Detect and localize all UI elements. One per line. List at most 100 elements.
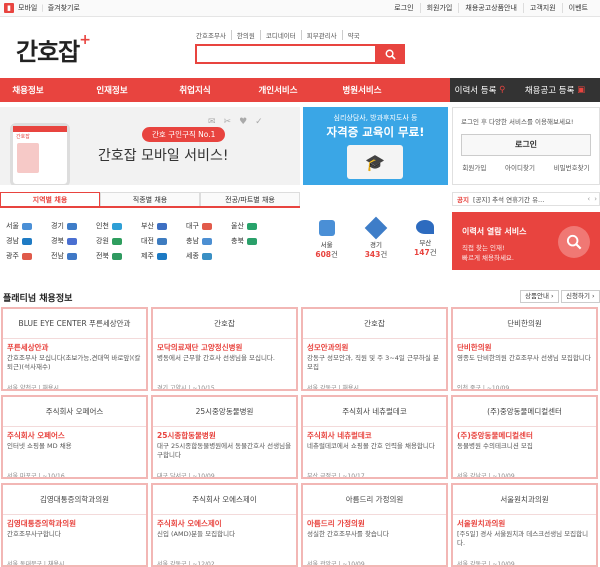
free-certification-banner[interactable]: 심리상담사, 방과후지도사 등 자격증 교육이 무료! 🎓 bbox=[303, 107, 448, 185]
resume-view-service[interactable]: 이력서 열람 서비스 직접 찾는 인재! 빠르게 채용하세요. bbox=[452, 212, 600, 270]
job-description[interactable]: 간호조무사 모십니다(초보가능,견대역 바로앞)(칼퇴근)(석사재수) bbox=[3, 354, 146, 381]
company-logo: 김영대통증의학과의원 bbox=[3, 485, 146, 515]
nav-item-knowledge[interactable]: 취업지식 bbox=[168, 78, 222, 102]
region-link[interactable]: 충남 bbox=[186, 236, 212, 246]
count-gyeonggi[interactable]: 경기 343건 bbox=[351, 214, 400, 270]
job-card[interactable]: 간호잡 성모안과의원 강동구 성모안과, 직원 및 주 3~4일 근무하실 분 모집… bbox=[301, 307, 448, 391]
favorite-link[interactable]: 즐겨찾기로 bbox=[48, 3, 80, 13]
nav-item-talent[interactable]: 인재정보 bbox=[56, 78, 168, 102]
notice-text[interactable]: [공지] 추석 연휴기간 유... bbox=[473, 194, 585, 204]
region-link[interactable]: 서울 bbox=[6, 221, 32, 231]
job-description[interactable]: 강동구 성모안과, 직원 및 주 3~4일 근무하실 분 모집 bbox=[303, 354, 446, 381]
job-register-button[interactable]: 채용공고 등록 ▣ bbox=[510, 78, 600, 102]
region-label: 경북 bbox=[51, 237, 64, 245]
region-link[interactable]: 광주 bbox=[6, 251, 32, 261]
region-link[interactable]: 강원 bbox=[96, 236, 122, 246]
job-card[interactable]: 주식회사 오에스제이 주식회사 오에스제이 신입 (AMD)분들 모집합니다 서울 강… bbox=[151, 483, 298, 567]
count-seoul[interactable]: 서울 608건 bbox=[302, 214, 351, 270]
signup-link[interactable]: 회원가입 bbox=[462, 162, 486, 172]
company-name[interactable]: (주)중앙동물메디컬센터 bbox=[453, 427, 596, 442]
tab-region[interactable]: 지역별 채용 bbox=[0, 192, 100, 206]
job-card[interactable]: 25시중앙동물병원 25시종합동물병원 대구 25시종합동물병원에서 동물간호사 선… bbox=[151, 395, 298, 479]
keyword-link[interactable]: 간호조무사 bbox=[196, 30, 231, 40]
nav-item-jobs[interactable]: 채용정보 bbox=[0, 78, 56, 102]
job-card[interactable]: 주식회사 네츄럴데코 주식회사 네츄럴데코 네츄럴데코에서 쇼핑몰 간호 인력을 채… bbox=[301, 395, 448, 479]
count-busan[interactable]: 부산 147건 bbox=[401, 214, 450, 270]
login-button[interactable]: 로그인 bbox=[461, 134, 591, 156]
region-link[interactable]: 전북 bbox=[96, 251, 122, 261]
job-description[interactable]: 대구 25시종합동물병원에서 동물간호사 선생님을 구합니다 bbox=[153, 442, 296, 469]
search-input[interactable] bbox=[195, 44, 405, 64]
site-logo[interactable]: 간호잡+ bbox=[16, 32, 91, 67]
job-meta: 서울 양천구 | 채용시 bbox=[7, 385, 59, 391]
company-name[interactable]: 아름드리 가정의원 bbox=[303, 515, 446, 530]
event-link[interactable]: 이벤트 bbox=[561, 3, 594, 13]
job-description[interactable]: 인터넷 쇼핑몰 MD 채용 bbox=[3, 442, 146, 469]
prev-arrow-icon[interactable]: ‹ bbox=[585, 195, 592, 203]
keyword-link[interactable]: 코디네이터 bbox=[259, 30, 301, 40]
job-card[interactable]: (주)중앙동물메디컬센터 (주)중앙동물메디컬센터 동물병원 수의테크니션 모집 서울… bbox=[451, 395, 598, 479]
product-info-link[interactable]: 채용공고상품안내 bbox=[458, 3, 523, 13]
keyword-link[interactable]: 한의원 bbox=[230, 30, 260, 40]
job-card[interactable]: 서울원치과의원 서울원치과의원 [주5일] 경사 서울원치과 데스크선생님 모집합니… bbox=[451, 483, 598, 567]
company-name[interactable]: 김영대통증의학과의원 bbox=[3, 515, 146, 530]
mobile-link[interactable]: 모바일 bbox=[18, 3, 37, 13]
job-description[interactable]: [주5일] 경사 서울원치과 데스크선생님 모집합니다. bbox=[453, 530, 596, 557]
support-link[interactable]: 고객지원 bbox=[522, 3, 562, 13]
region-link[interactable]: 경남 bbox=[6, 236, 32, 246]
region-link[interactable]: 충북 bbox=[231, 236, 257, 246]
notice-bar[interactable]: 공지 [공지] 추석 연휴기간 유... ‹ › bbox=[452, 192, 600, 206]
job-card[interactable]: 단비한의원 단비한의원 영종도 단비한의원 간호조무사 선생님 모집합니다 인천 중구… bbox=[451, 307, 598, 391]
job-description[interactable]: 신입 (AMD)분들 모집합니다 bbox=[153, 530, 296, 557]
region-link[interactable]: 세종 bbox=[186, 251, 212, 261]
region-link[interactable]: 울산 bbox=[231, 221, 257, 231]
company-name[interactable]: 주식회사 오에스제이 bbox=[153, 515, 296, 530]
find-id-link[interactable]: 아이디찾기 bbox=[505, 162, 535, 172]
company-name[interactable]: 주식회사 오페어스 bbox=[3, 427, 146, 442]
region-label: 인천 bbox=[96, 222, 109, 230]
region-link[interactable]: 부산 bbox=[141, 221, 167, 231]
job-description[interactable]: 네츄럴데코에서 쇼핑몰 간호 인력을 채용합니다 bbox=[303, 442, 446, 469]
nav-item-hospital[interactable]: 병원서비스 bbox=[334, 78, 390, 102]
keyword-link[interactable]: 피부관리사 bbox=[300, 30, 342, 40]
job-card[interactable]: BLUE EYE CENTER 푸른세상안과 푸른세상안과 간호조무사 모십니다(초… bbox=[1, 307, 148, 391]
company-name[interactable]: 모닥의료재단 고양정신병원 bbox=[153, 339, 296, 354]
product-info-button[interactable]: 상품안내 › bbox=[520, 290, 559, 303]
company-name[interactable]: 25시종합동물병원 bbox=[153, 427, 296, 442]
region-link[interactable]: 대전 bbox=[141, 236, 167, 246]
region-link[interactable]: 경북 bbox=[51, 236, 77, 246]
signup-link[interactable]: 회원가입 bbox=[419, 3, 459, 13]
company-name[interactable]: 단비한의원 bbox=[453, 339, 596, 354]
region-link[interactable]: 제주 bbox=[141, 251, 167, 261]
find-password-link[interactable]: 비밀번호찾기 bbox=[554, 162, 590, 172]
apply-button[interactable]: 신청하기 › bbox=[561, 290, 600, 303]
nav-item-personal[interactable]: 개인서비스 bbox=[222, 78, 334, 102]
region-link[interactable]: 경기 bbox=[51, 221, 77, 231]
job-description[interactable]: 동물병원 수의테크니션 모집 bbox=[453, 442, 596, 469]
region-emblem-icon bbox=[21, 222, 32, 230]
company-name[interactable]: 푸른세상안과 bbox=[3, 339, 146, 354]
company-name[interactable]: 성모안과의원 bbox=[303, 339, 446, 354]
tab-major-part[interactable]: 전공/파트별 채용 bbox=[200, 192, 300, 206]
job-card[interactable]: 간호잡 모닥의료재단 고양정신병원 병동에서 근무할 간호사 선생님을 모십니다. 경… bbox=[151, 307, 298, 391]
region-link[interactable]: 인천 bbox=[96, 221, 122, 231]
region-emblem-icon bbox=[246, 237, 257, 245]
search-button[interactable] bbox=[375, 44, 405, 64]
keyword-link[interactable]: 약국 bbox=[341, 30, 365, 40]
job-description[interactable]: 간호조무사구합니다 bbox=[3, 530, 146, 557]
next-arrow-icon[interactable]: › bbox=[592, 195, 599, 203]
job-description[interactable]: 성실한 간호조무사를 찾습니다 bbox=[303, 530, 446, 557]
tab-job-type[interactable]: 직종별 채용 bbox=[100, 192, 200, 206]
region-link[interactable]: 대구 bbox=[186, 221, 212, 231]
company-name[interactable]: 주식회사 네츄럴데코 bbox=[303, 427, 446, 442]
mobile-service-banner[interactable]: 간호잡 간호 구인구직 No.1 간호잡 모바일 서비스! ✉✂♥✓ bbox=[0, 107, 300, 185]
company-name[interactable]: 서울원치과의원 bbox=[453, 515, 596, 530]
job-card[interactable]: 김영대통증의학과의원 김영대통증의학과의원 간호조무사구합니다 서울 동대문구 | 채… bbox=[1, 483, 148, 567]
region-link[interactable]: 전남 bbox=[51, 251, 77, 261]
login-link[interactable]: 로그인 bbox=[388, 3, 419, 13]
job-card[interactable]: 아름드리 가정의원 아름드리 가정의원 성실한 간호조무사를 찾습니다 서울 관악구 … bbox=[301, 483, 448, 567]
job-description[interactable]: 병동에서 근무할 간호사 선생님을 모십니다. bbox=[153, 354, 296, 381]
job-card[interactable]: 주식회사 오페어스 주식회사 오페어스 인터넷 쇼핑몰 MD 채용 서울 마포구 | … bbox=[1, 395, 148, 479]
resume-register-button[interactable]: 이력서 등록 ⚲ bbox=[450, 78, 510, 102]
job-description[interactable]: 영종도 단비한의원 간호조무사 선생님 모집합니다 bbox=[453, 354, 596, 381]
